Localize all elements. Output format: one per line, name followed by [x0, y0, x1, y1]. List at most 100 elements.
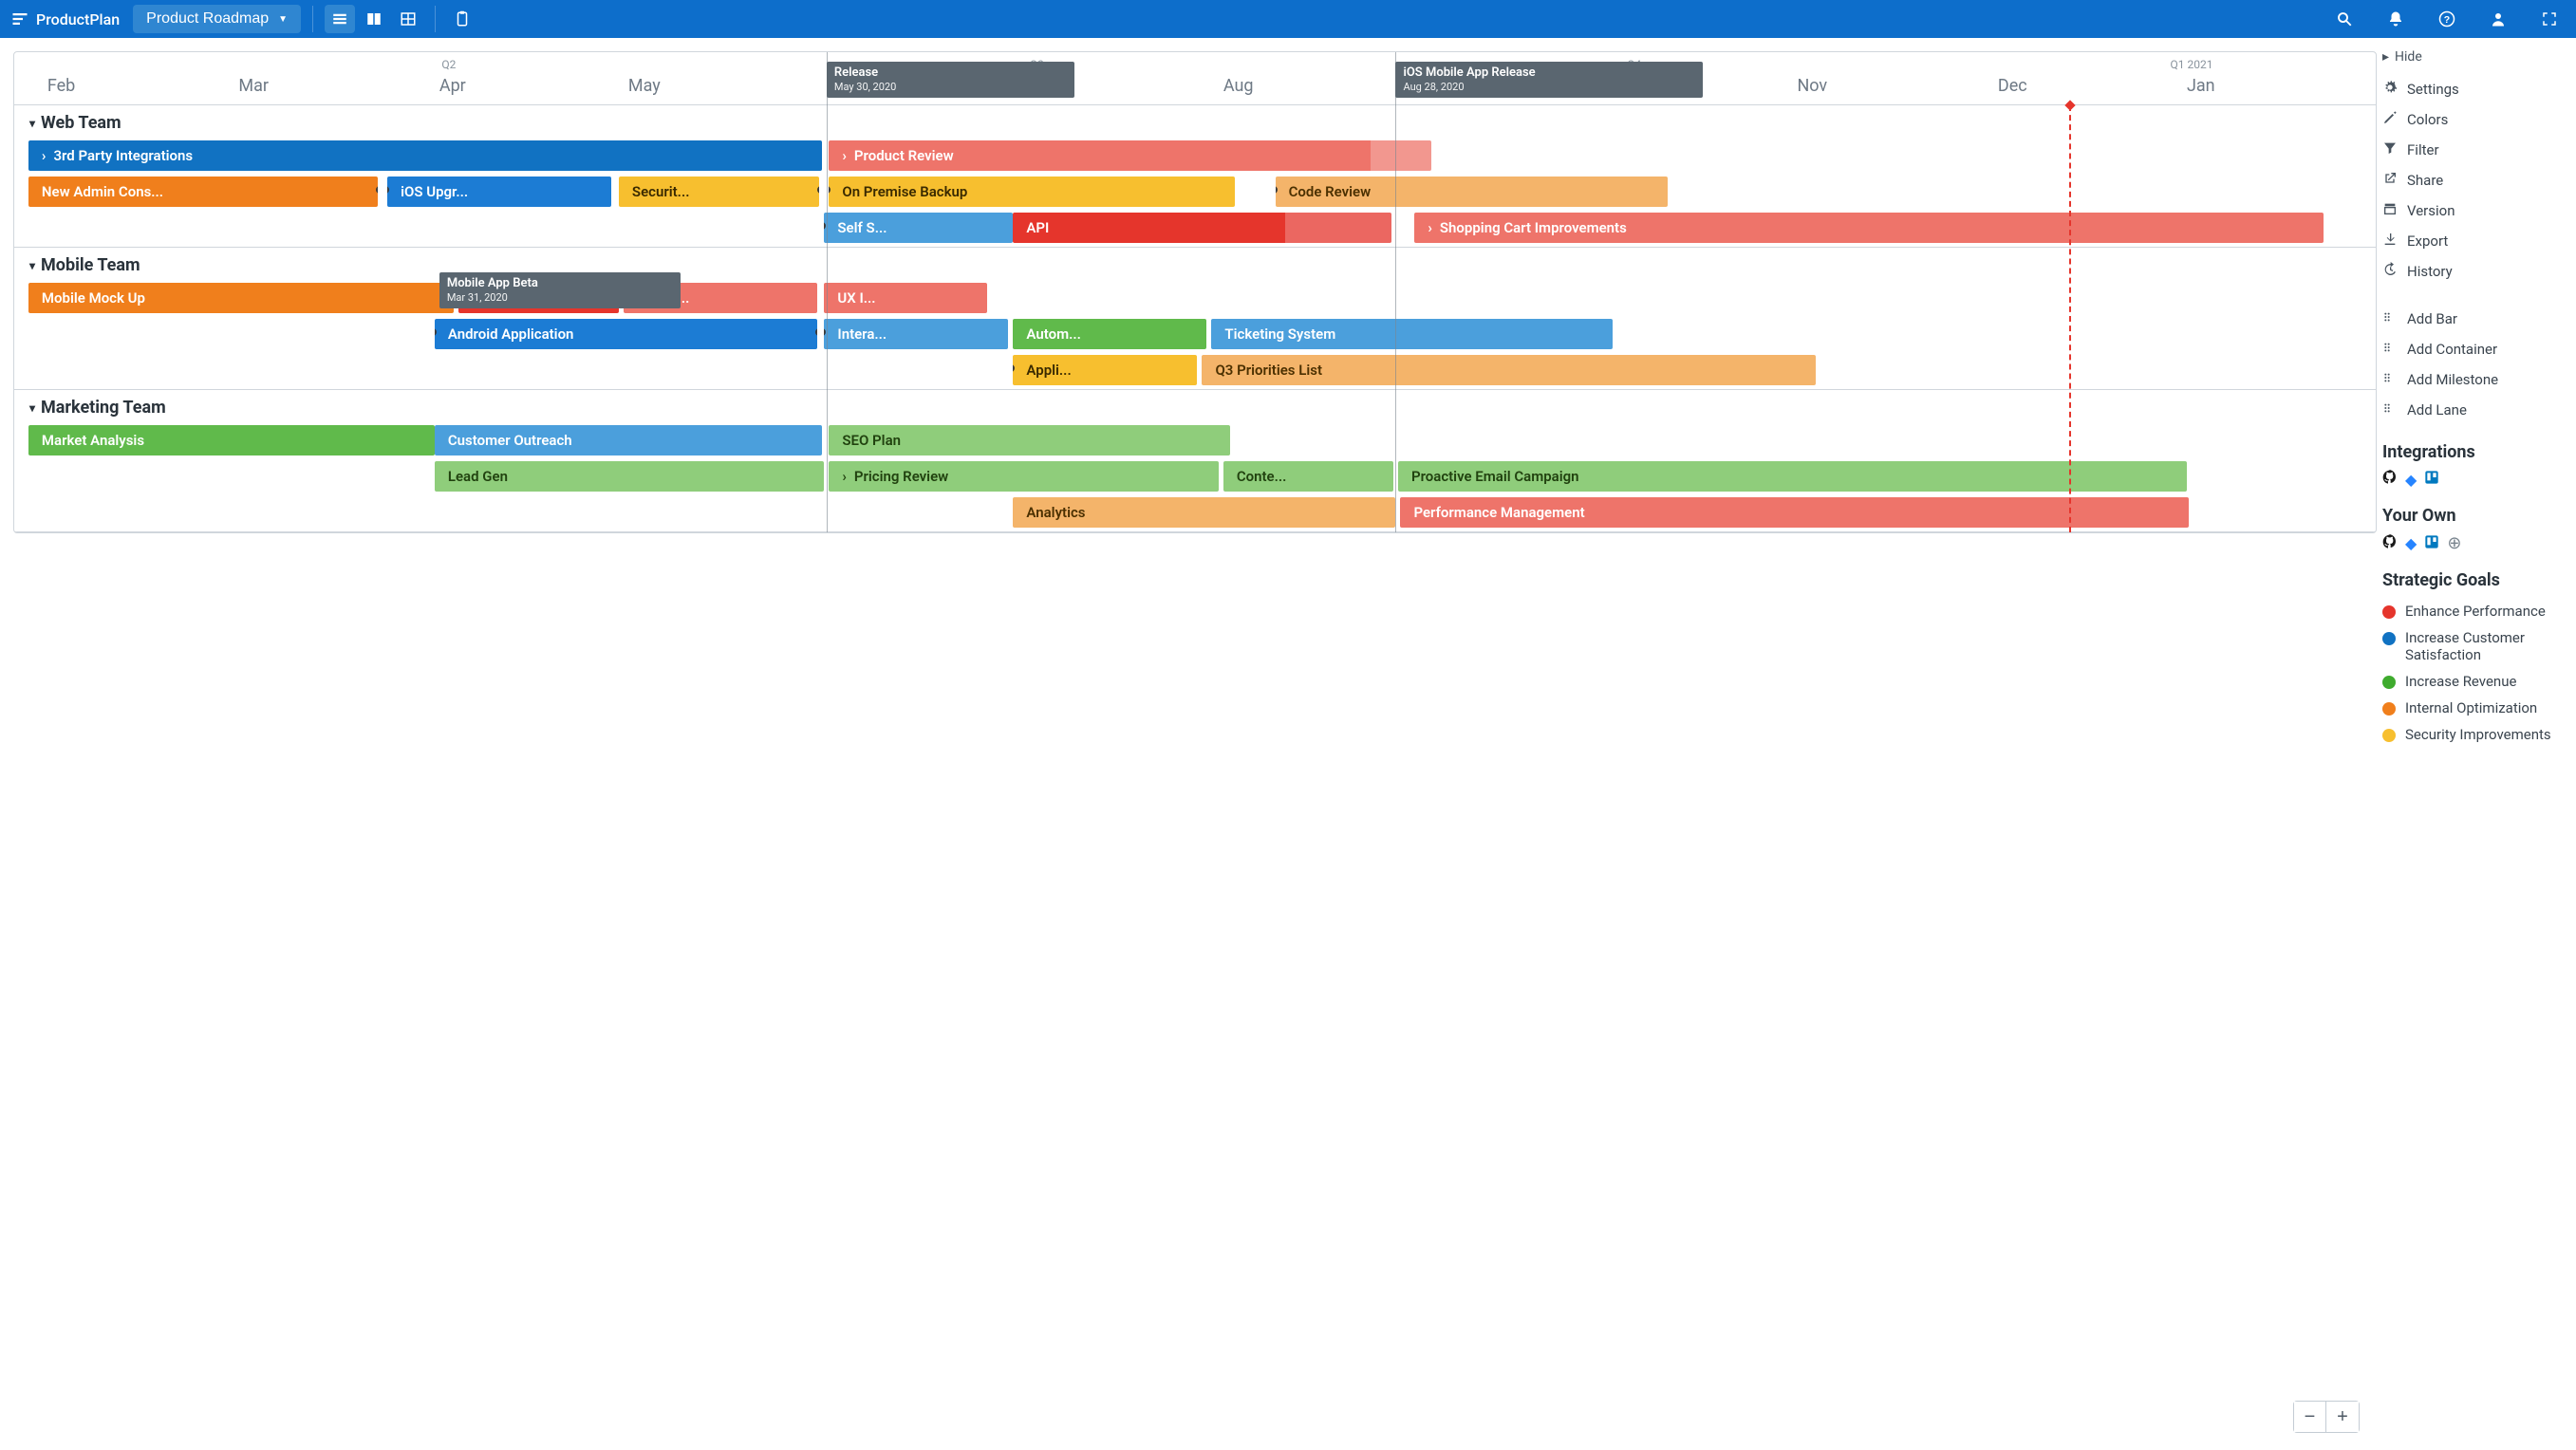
- side-item-version[interactable]: Version: [2382, 195, 2559, 226]
- lane-title: Web Team: [41, 113, 121, 133]
- side-item-add-container[interactable]: Add Container: [2382, 334, 2559, 364]
- bar[interactable]: UX I...: [824, 283, 987, 313]
- lane-header[interactable]: ▾Marketing Team: [14, 390, 2376, 423]
- chevron-down-icon: ▼: [278, 14, 288, 25]
- side-item-label: Add Bar: [2407, 310, 2457, 327]
- goal-label: Internal Optimization: [2405, 699, 2537, 716]
- expand-icon: [2541, 10, 2558, 28]
- link-handle[interactable]: [824, 328, 826, 336]
- link-handle[interactable]: [829, 186, 831, 194]
- chevron-right-icon: ▸: [2382, 49, 2389, 65]
- bar[interactable]: Code Review: [1276, 177, 1668, 207]
- bar[interactable]: Android Application: [435, 319, 817, 349]
- search-button[interactable]: [2329, 5, 2360, 33]
- bar[interactable]: Q3 Priorities List: [1202, 355, 1816, 385]
- goal-item[interactable]: Security Improvements: [2382, 721, 2559, 748]
- notifications-button[interactable]: [2380, 5, 2411, 33]
- bar[interactable]: Securit...: [619, 177, 819, 207]
- link-handle[interactable]: [1013, 364, 1015, 372]
- milestone-flag[interactable]: Mobile App BetaMar 31, 2020: [439, 272, 681, 308]
- bar[interactable]: Appli...: [1013, 355, 1197, 385]
- side-item-share[interactable]: Share: [2382, 165, 2559, 195]
- trello-icon[interactable]: [2424, 534, 2439, 553]
- quarter-label: Q1 2021: [2171, 58, 2213, 71]
- link-handle[interactable]: [815, 328, 817, 336]
- bar[interactable]: On Premise Backup: [829, 177, 1235, 207]
- goal-item[interactable]: Increase Customer Satisfaction: [2382, 624, 2559, 668]
- row: Lead Gen ›Pricing ReviewConte...Proactive…: [14, 459, 2376, 493]
- bar[interactable]: Market Analysis: [28, 425, 435, 455]
- bar[interactable]: Analytics: [1013, 497, 1395, 528]
- link-handle[interactable]: [387, 186, 389, 194]
- trello-icon[interactable]: [2424, 470, 2439, 489]
- bar[interactable]: ›3rd Party Integrations: [28, 140, 822, 171]
- bar[interactable]: SEO Plan: [829, 425, 1230, 455]
- month-label: Nov: [1797, 76, 1827, 96]
- jira-icon[interactable]: ◆: [2405, 471, 2417, 489]
- bar[interactable]: Autom...: [1013, 319, 1206, 349]
- lane-header[interactable]: ▾ Web Team: [14, 105, 2376, 139]
- side-item-add-bar[interactable]: Add Bar: [2382, 304, 2559, 334]
- side-item-settings[interactable]: Settings: [2382, 74, 2559, 104]
- roadmap-dropdown[interactable]: Product Roadmap ▼: [133, 5, 301, 33]
- roadmap-wrap: Q2Q3Q4Q1 2021 FebMarAprMayAugNovDecJan ▾…: [0, 38, 2377, 1450]
- bar[interactable]: Customer Outreach: [435, 425, 822, 455]
- link-handle[interactable]: [817, 186, 819, 194]
- bar-label: Self S...: [837, 219, 887, 236]
- link-handle[interactable]: [435, 328, 437, 336]
- side-item-filter[interactable]: Filter: [2382, 135, 2559, 165]
- bar[interactable]: New Admin Cons...: [28, 177, 378, 207]
- link-handle[interactable]: [824, 222, 826, 230]
- lane-header[interactable]: ▾Mobile Team: [14, 248, 2376, 281]
- bar[interactable]: ›Product Review: [829, 140, 1430, 171]
- help-button[interactable]: ?: [2432, 5, 2462, 33]
- side-item-history[interactable]: History: [2382, 256, 2559, 287]
- goal-item[interactable]: Internal Optimization: [2382, 695, 2559, 721]
- zoom-out-button[interactable]: −: [2294, 1402, 2326, 1432]
- add-integration-button[interactable]: ⊕: [2447, 533, 2461, 553]
- fullscreen-button[interactable]: [2534, 5, 2565, 33]
- github-icon[interactable]: [2382, 534, 2398, 553]
- chevron-down-icon: ▾: [29, 117, 35, 130]
- bar[interactable]: ›Pricing Review: [829, 461, 1219, 492]
- user-button[interactable]: [2483, 5, 2513, 33]
- hide-panel-button[interactable]: ▸ Hide: [2382, 49, 2559, 65]
- timeline-view-button[interactable]: [325, 5, 355, 33]
- help-icon: ?: [2438, 10, 2455, 28]
- bar[interactable]: Ticketing System: [1211, 319, 1613, 349]
- bar[interactable]: Intera...: [824, 319, 1008, 349]
- side-item-export[interactable]: Export: [2382, 226, 2559, 256]
- table-view-button[interactable]: [393, 5, 423, 33]
- bar[interactable]: Conte...: [1223, 461, 1393, 492]
- bar[interactable]: iOS Upgr...: [387, 177, 611, 207]
- side-item-colors[interactable]: Colors: [2382, 104, 2559, 135]
- bar[interactable]: Mobile Mock Up: [28, 283, 454, 313]
- link-handle[interactable]: [376, 186, 378, 194]
- goal-item[interactable]: Enhance Performance: [2382, 598, 2559, 624]
- bar[interactable]: ›Shopping Cart Improvements: [1414, 213, 2324, 243]
- bar[interactable]: Performance Management: [1400, 497, 2189, 528]
- your-own-heading: Your Own: [2382, 506, 2559, 526]
- jira-icon[interactable]: ◆: [2405, 534, 2417, 552]
- clipboard-button[interactable]: [447, 5, 477, 33]
- bar-label: Lead Gen: [448, 468, 508, 485]
- bar[interactable]: Proactive Email Campaign: [1398, 461, 2187, 492]
- bar-label: API: [1026, 219, 1049, 236]
- side-item-add-lane[interactable]: Add Lane: [2382, 395, 2559, 425]
- milestone-flag[interactable]: iOS Mobile App ReleaseAug 28, 2020: [1395, 62, 1702, 98]
- github-icon[interactable]: [2382, 470, 2398, 489]
- bell-icon: [2387, 10, 2404, 28]
- side-item-add-milestone[interactable]: Add Milestone: [2382, 364, 2559, 395]
- bar[interactable]: API: [1013, 213, 1391, 243]
- drag-icon: [2382, 370, 2398, 389]
- bar[interactable]: Self S...: [824, 213, 1013, 243]
- milestone-flag[interactable]: ReleaseMay 30, 2020: [827, 62, 1074, 98]
- version-icon: [2382, 201, 2398, 220]
- bar-label: Autom...: [1026, 325, 1080, 343]
- row: ›3rd Party Integrations›Product Review: [14, 139, 2376, 173]
- zoom-in-button[interactable]: +: [2326, 1402, 2359, 1432]
- bar[interactable]: Lead Gen: [435, 461, 825, 492]
- goal-item[interactable]: Increase Revenue: [2382, 668, 2559, 695]
- link-handle[interactable]: [1276, 186, 1278, 194]
- list-view-button[interactable]: [359, 5, 389, 33]
